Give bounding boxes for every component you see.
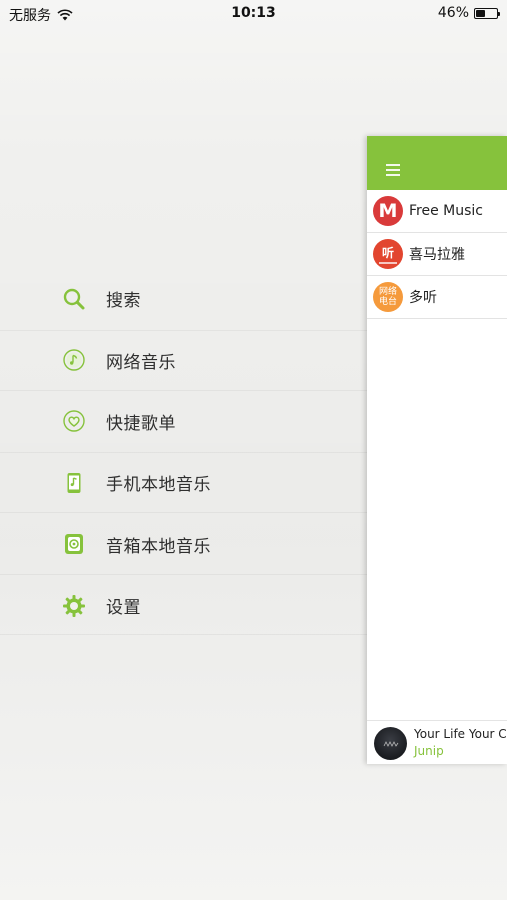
menu-item-label: 手机本地音乐 — [106, 475, 211, 496]
menu-item-search[interactable]: 搜索 — [62, 268, 352, 329]
battery-icon — [474, 7, 500, 19]
main-panel[interactable]: M Free Music 听 喜马拉雅 网络电台 多听 Your Life Yo… — [367, 136, 507, 764]
menu-item-label: 音箱本地音乐 — [106, 536, 211, 557]
menu-item-online-music[interactable]: 网络音乐 — [62, 329, 352, 390]
duoting-logo: 网络电台 — [373, 282, 403, 312]
panel-header — [367, 136, 507, 190]
status-bar: 无服务 10:13 46% — [0, 0, 507, 28]
phone-music-icon — [62, 471, 86, 495]
status-right: 46% — [437, 5, 500, 21]
album-art-scribble-icon — [383, 740, 398, 747]
now-playing-artist: Junip — [414, 744, 444, 758]
now-playing-title: Your Life Your Call — [414, 727, 507, 741]
ximalaya-logo-text: 听 — [381, 246, 394, 260]
source-label: 喜马拉雅 — [409, 247, 465, 263]
album-art[interactable] — [374, 727, 407, 760]
side-menu: 搜索 网络音乐 快捷歌单 手机本地音乐 音箱本地音乐 设置 — [62, 268, 352, 636]
menu-item-label: 搜索 — [106, 291, 141, 312]
battery-percent: 46% — [437, 5, 469, 21]
speaker-icon — [62, 532, 86, 556]
mini-player[interactable]: Your Life Your Call Junip — [367, 720, 507, 764]
menu-item-label: 网络音乐 — [106, 352, 176, 373]
duoting-logo-text: 网络电台 — [378, 287, 397, 307]
free-music-logo: M — [373, 196, 403, 226]
menu-item-label: 快捷歌单 — [106, 413, 176, 434]
heart-icon — [62, 409, 86, 433]
search-icon — [62, 287, 86, 311]
source-label: 多听 — [409, 290, 437, 306]
ximalaya-logo: 听 — [373, 239, 403, 269]
list-item-ximalaya[interactable]: 听 喜马拉雅 — [367, 233, 507, 276]
menu-item-quick-playlist[interactable]: 快捷歌单 — [62, 391, 352, 452]
menu-item-settings[interactable]: 设置 — [62, 575, 352, 636]
status-time: 10:13 — [231, 5, 276, 21]
battery-fill — [476, 9, 486, 17]
menu-icon[interactable] — [386, 164, 400, 176]
list-item-free-music[interactable]: M Free Music — [367, 190, 507, 233]
menu-item-label: 设置 — [106, 598, 141, 619]
music-disc-icon — [62, 348, 86, 372]
menu-item-speaker-music[interactable]: 音箱本地音乐 — [62, 514, 352, 575]
menu-item-phone-music[interactable]: 手机本地音乐 — [62, 452, 352, 513]
source-label: Free Music — [409, 203, 483, 219]
free-music-logo-text: M — [378, 200, 398, 222]
list-item-duoting[interactable]: 网络电台 多听 — [367, 276, 507, 319]
gear-icon — [62, 594, 86, 618]
